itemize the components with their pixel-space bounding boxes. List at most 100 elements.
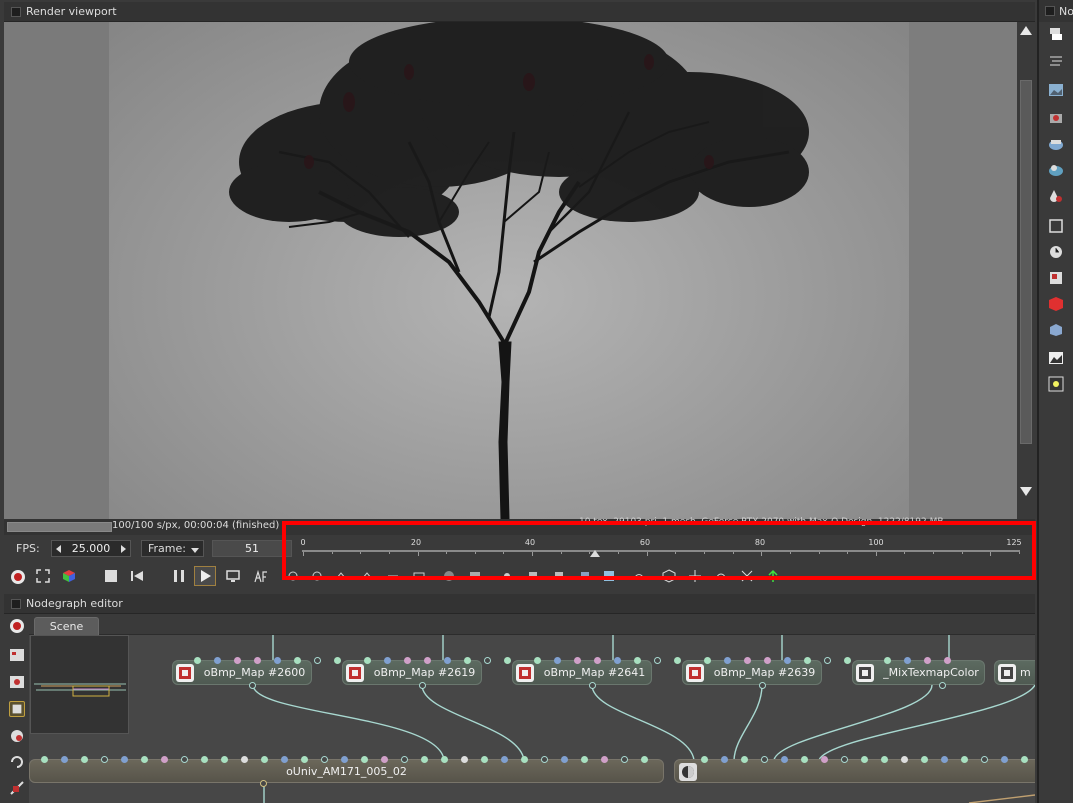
input-pin[interactable] <box>921 756 928 763</box>
input-pin[interactable] <box>724 657 731 664</box>
landscape-icon[interactable] <box>1048 350 1064 366</box>
input-pin[interactable] <box>334 657 341 664</box>
input-pin[interactable] <box>424 657 431 664</box>
panel-toggle-checkbox[interactable] <box>1045 6 1055 16</box>
node-bmp-map-2639[interactable]: oBmp_Map #2639 <box>682 660 822 685</box>
input-pin[interactable] <box>314 657 321 664</box>
graph-grid-icon[interactable] <box>9 701 25 717</box>
output-pin[interactable] <box>249 682 256 689</box>
input-pin[interactable] <box>654 657 661 664</box>
input-pin[interactable] <box>421 756 428 763</box>
clock-icon[interactable] <box>1048 244 1064 260</box>
material-icon[interactable] <box>9 728 25 744</box>
nodegraph-canvas[interactable]: oBmp_Map #2600 oBmp_Map #2619 oBmp_Map #… <box>29 635 1035 803</box>
input-pin[interactable] <box>981 756 988 763</box>
input-pin[interactable] <box>194 657 201 664</box>
input-pin[interactable] <box>621 756 628 763</box>
refresh-icon[interactable] <box>9 754 25 770</box>
input-pin[interactable] <box>574 657 581 664</box>
graph-layout-icon[interactable] <box>9 647 25 663</box>
input-pin[interactable] <box>761 756 768 763</box>
render-viewport[interactable] <box>4 22 1017 519</box>
node-second-material[interactable] <box>674 759 1035 783</box>
input-pin[interactable] <box>201 756 208 763</box>
input-pin[interactable] <box>924 657 931 664</box>
output-pin[interactable] <box>759 682 766 689</box>
increment-arrow-icon[interactable] <box>121 544 126 553</box>
input-pin[interactable] <box>601 756 608 763</box>
input-pin[interactable] <box>221 756 228 763</box>
input-pin[interactable] <box>301 756 308 763</box>
input-pin[interactable] <box>1001 756 1008 763</box>
input-pin[interactable] <box>441 756 448 763</box>
fit-view-icon[interactable] <box>36 569 50 583</box>
image-icon[interactable] <box>1048 82 1064 98</box>
stop-button[interactable] <box>105 570 117 582</box>
pause-button[interactable] <box>172 569 186 583</box>
tab-scene[interactable]: Scene <box>34 617 99 636</box>
environment-alt-icon[interactable] <box>1048 162 1064 178</box>
input-pin[interactable] <box>181 756 188 763</box>
rewind-button[interactable] <box>130 569 144 583</box>
input-pin[interactable] <box>901 756 908 763</box>
input-pin[interactable] <box>844 657 851 664</box>
frame-mode-dropdown[interactable]: Frame: <box>141 540 204 557</box>
octane-logo-icon[interactable] <box>9 618 25 634</box>
input-pin[interactable] <box>1021 756 1028 763</box>
input-pin[interactable] <box>361 756 368 763</box>
input-pin[interactable] <box>804 657 811 664</box>
red-cube-icon[interactable] <box>1048 296 1064 312</box>
texture-node-icon[interactable] <box>1048 270 1064 286</box>
nodegraph-editor[interactable]: Scene oBmp_Map #2600 oBmp_Map #2619 oBmp… <box>29 614 1035 803</box>
graph-nodes-icon[interactable] <box>9 674 25 690</box>
input-pin[interactable] <box>744 657 751 664</box>
input-pin[interactable] <box>81 756 88 763</box>
camera-icon[interactable] <box>1048 110 1064 126</box>
input-pin[interactable] <box>261 756 268 763</box>
node-partial[interactable]: m <box>994 660 1035 685</box>
input-pin[interactable] <box>381 756 388 763</box>
input-pin[interactable] <box>241 756 248 763</box>
wand-icon[interactable] <box>9 780 25 796</box>
octane-logo-icon[interactable] <box>10 569 26 585</box>
input-pin[interactable] <box>461 756 468 763</box>
light-icon[interactable] <box>1048 376 1064 392</box>
input-pin[interactable] <box>941 756 948 763</box>
input-pin[interactable] <box>721 756 728 763</box>
input-pin[interactable] <box>321 756 328 763</box>
input-pin[interactable] <box>641 756 648 763</box>
input-pin[interactable] <box>41 756 48 763</box>
input-pin[interactable] <box>121 756 128 763</box>
output-pin[interactable] <box>419 682 426 689</box>
input-pin[interactable] <box>904 657 911 664</box>
input-pin[interactable] <box>824 657 831 664</box>
input-pin[interactable] <box>821 756 828 763</box>
input-pin[interactable] <box>341 756 348 763</box>
output-pin[interactable] <box>589 682 596 689</box>
af-icon[interactable] <box>254 569 268 583</box>
input-pin[interactable] <box>534 657 541 664</box>
input-pin[interactable] <box>861 756 868 763</box>
input-pin[interactable] <box>61 756 68 763</box>
input-pin[interactable] <box>404 657 411 664</box>
frame-number-input[interactable]: 51 <box>212 540 292 557</box>
panel-toggle-checkbox[interactable] <box>11 6 21 17</box>
input-pin[interactable] <box>401 756 408 763</box>
input-pin[interactable] <box>501 756 508 763</box>
input-pin[interactable] <box>781 756 788 763</box>
input-pin[interactable] <box>254 657 261 664</box>
input-pin[interactable] <box>234 657 241 664</box>
node-bmp-map-2600[interactable]: oBmp_Map #2600 <box>172 660 312 685</box>
node-bmp-map-2641[interactable]: oBmp_Map #2641 <box>512 660 652 685</box>
input-pin[interactable] <box>541 756 548 763</box>
input-pin[interactable] <box>294 657 301 664</box>
frame-icon[interactable] <box>1048 218 1064 234</box>
display-monitor-icon[interactable] <box>226 569 240 583</box>
input-pin[interactable] <box>801 756 808 763</box>
input-pin[interactable] <box>614 657 621 664</box>
input-pin[interactable] <box>944 657 951 664</box>
output-pin[interactable] <box>939 682 946 689</box>
input-pin[interactable] <box>521 756 528 763</box>
input-pin[interactable] <box>161 756 168 763</box>
input-pin[interactable] <box>554 657 561 664</box>
